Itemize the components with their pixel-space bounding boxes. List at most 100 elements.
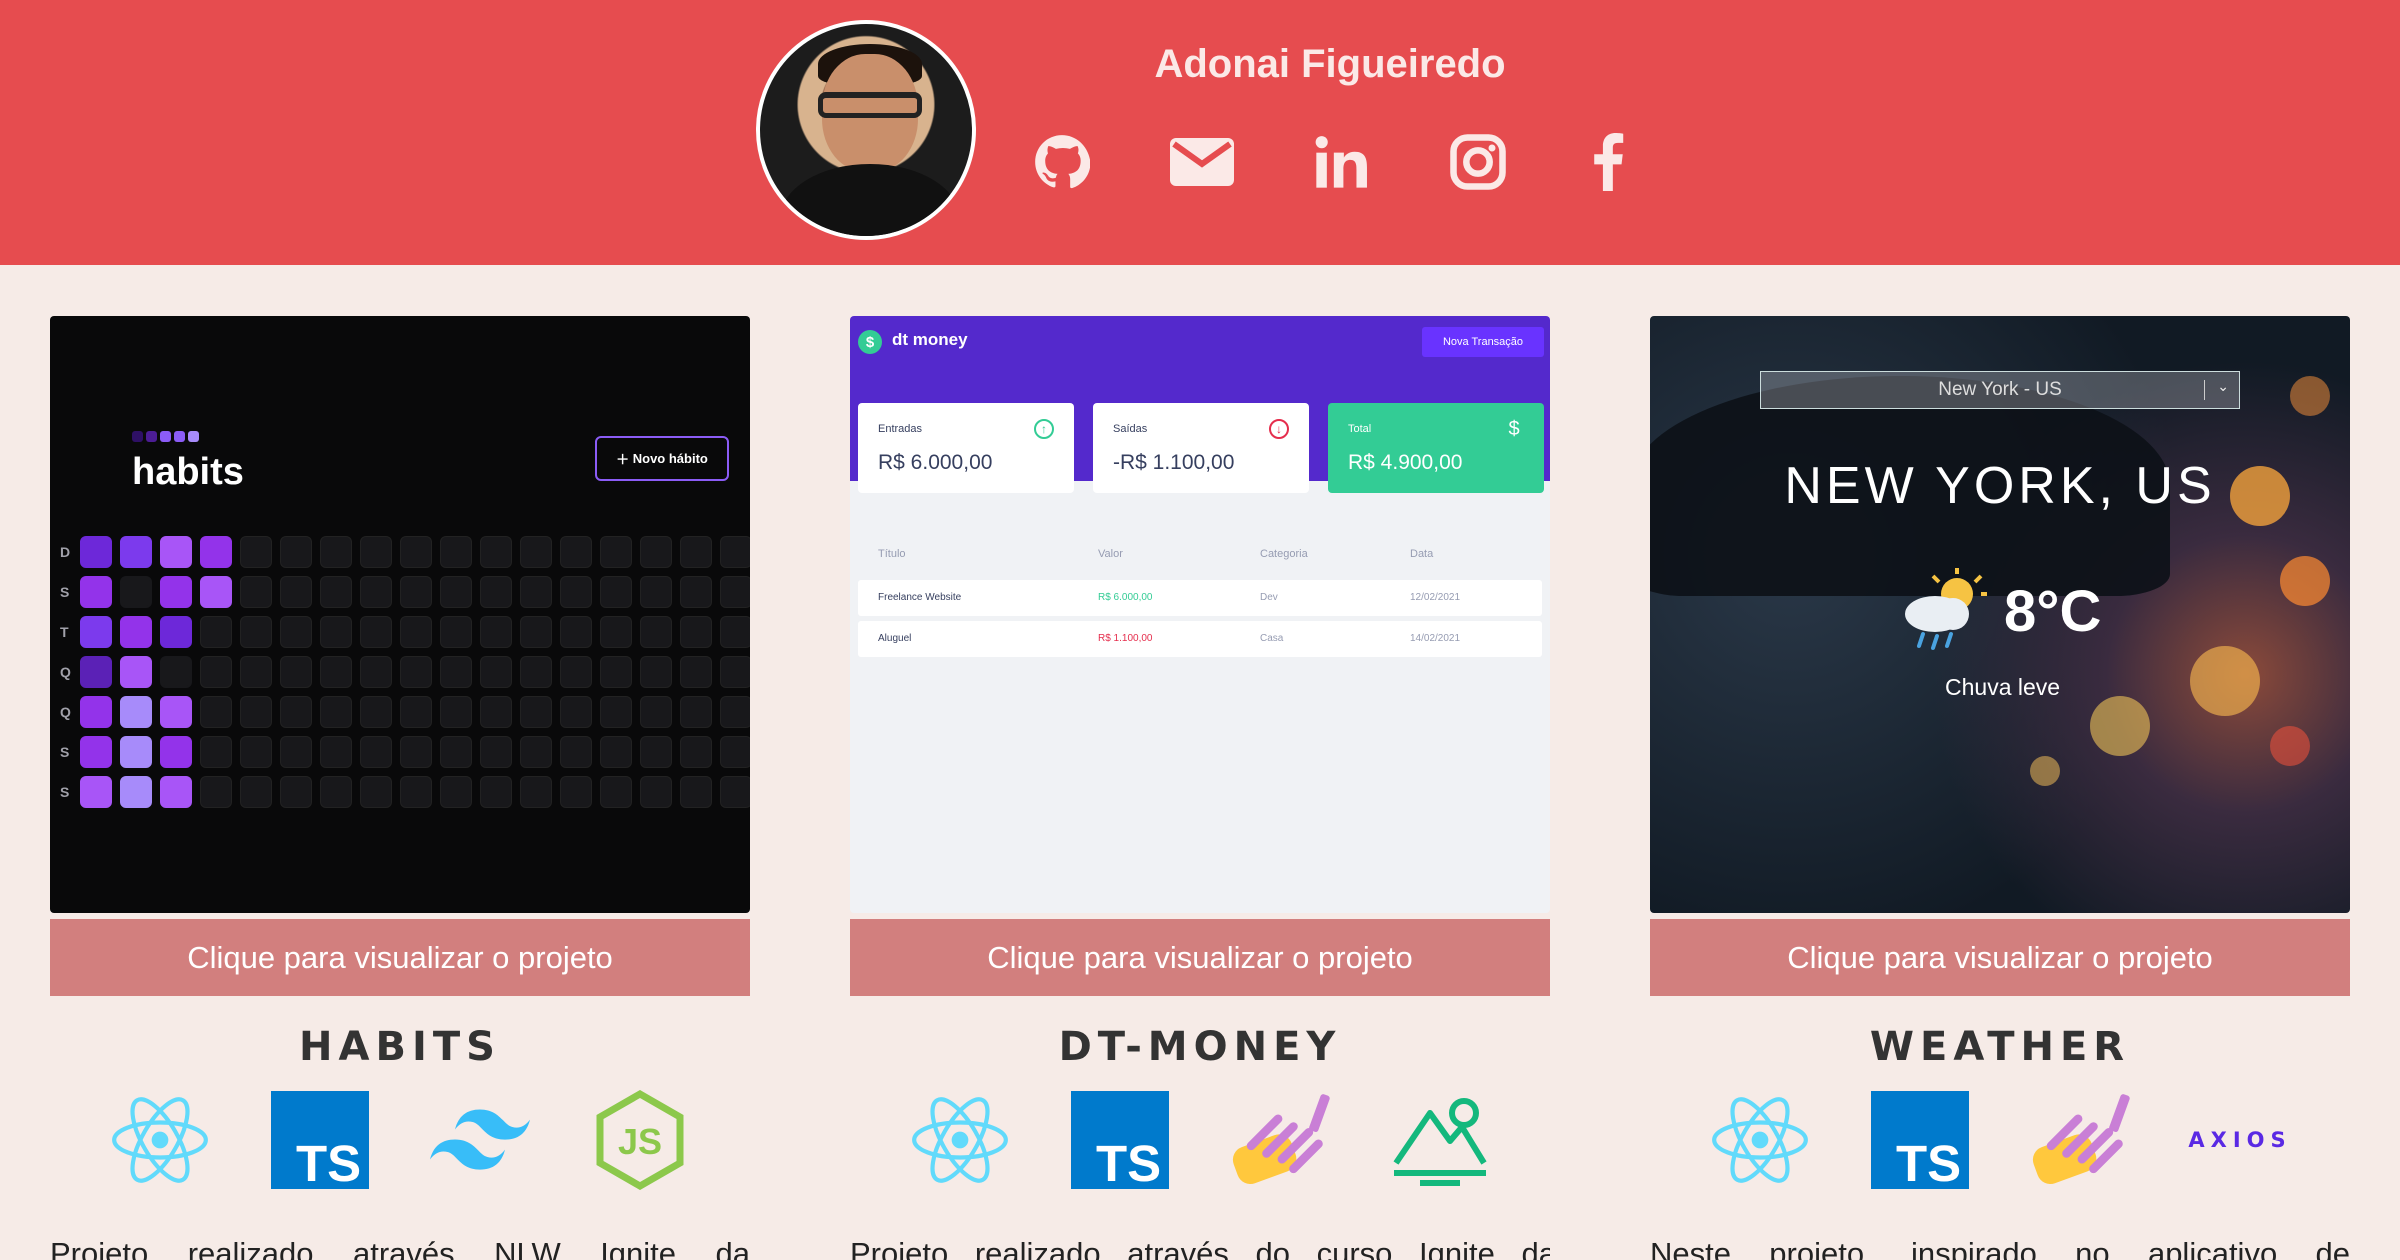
habit-day-cell (680, 776, 712, 808)
arrow-up-icon: ↑ (1034, 419, 1054, 439)
habit-day-cell (680, 736, 712, 768)
habit-day-cell (200, 776, 232, 808)
axios-icon: AXIOS (2188, 1128, 2292, 1152)
habit-day-cell (520, 736, 552, 768)
weekday-label: S (60, 744, 70, 760)
weekday-label: D (60, 544, 71, 560)
habit-day-cell (400, 696, 432, 728)
project-preview-habits[interactable]: habits ＋ Novo hábito D S T Q Q S S (50, 316, 750, 913)
typescript-icon: TS (1870, 1090, 1970, 1190)
habit-day-cell (400, 536, 432, 568)
habit-day-cell (280, 576, 312, 608)
habit-day-cell (600, 656, 632, 688)
habits-logo-squares (132, 431, 199, 442)
habits-logo: habits (132, 451, 244, 493)
habit-day-cell (600, 616, 632, 648)
facebook-icon[interactable] (1576, 130, 1640, 194)
habit-day-cell (320, 656, 352, 688)
habit-day-cell (160, 616, 192, 648)
habit-day-cell (720, 656, 750, 688)
habit-day-cell (80, 656, 112, 688)
habit-day-cell (80, 616, 112, 648)
habit-day-cell (560, 776, 592, 808)
habit-day-cell (520, 536, 552, 568)
new-habit-button: ＋ Novo hábito (595, 436, 729, 481)
view-project-button[interactable]: Clique para visualizar o projeto (850, 919, 1550, 996)
summary-card-entradas: Entradas ↑ R$ 6.000,00 (858, 403, 1074, 493)
habit-day-cell (640, 736, 672, 768)
project-preview-dt-money[interactable]: $ dt money Nova Transação Entradas ↑ R$ … (850, 316, 1550, 913)
column-header: Valor (1098, 548, 1123, 560)
react-icon (910, 1090, 1010, 1190)
view-project-button[interactable]: Clique para visualizar o projeto (50, 919, 750, 996)
project-description: Neste projeto, inspirado no aplicativo d… (1650, 1236, 2350, 1260)
habit-day-cell (280, 536, 312, 568)
habit-day-cell (480, 616, 512, 648)
habit-day-cell (640, 576, 672, 608)
habit-day-cell (400, 576, 432, 608)
habit-day-cell (640, 656, 672, 688)
habit-day-cell (240, 656, 272, 688)
email-icon[interactable] (1170, 130, 1234, 194)
table-row: Freelance Website R$ 6.000,00 Dev 12/02/… (858, 580, 1542, 616)
linkedin-icon[interactable] (1310, 130, 1374, 194)
habit-day-cell (560, 656, 592, 688)
habit-day-cell (440, 736, 472, 768)
habit-day-cell (360, 656, 392, 688)
habit-day-cell (440, 776, 472, 808)
habit-day-cell (280, 736, 312, 768)
habit-day-cell (240, 576, 272, 608)
habit-day-cell (360, 536, 392, 568)
habit-day-cell (680, 656, 712, 688)
weather-icon (1895, 566, 1995, 661)
styled-components-icon (2030, 1090, 2130, 1190)
habit-day-cell (280, 696, 312, 728)
svg-text:TS: TS (296, 1135, 361, 1189)
habit-day-cell (280, 776, 312, 808)
habit-day-cell (160, 696, 192, 728)
profile-name: Adonai Figueiredo (1154, 42, 1506, 86)
habit-day-cell (320, 576, 352, 608)
column-header: Data (1410, 548, 1434, 560)
habit-day-cell (480, 656, 512, 688)
instagram-icon[interactable] (1446, 130, 1510, 194)
summary-card-total: Total $ R$ 4.900,00 (1328, 403, 1544, 493)
habit-day-cell (600, 696, 632, 728)
habit-day-cell (560, 696, 592, 728)
habit-day-cell (320, 736, 352, 768)
habit-day-cell (400, 656, 432, 688)
dt-brand: dt money (892, 330, 968, 349)
column-header: Título (878, 548, 906, 560)
typescript-icon: TS (270, 1090, 370, 1190)
react-icon (1710, 1090, 1810, 1190)
project-title: WEATHER (1869, 1024, 2131, 1070)
habit-day-cell (720, 696, 750, 728)
habit-day-cell (680, 616, 712, 648)
github-icon[interactable] (1030, 130, 1094, 194)
avatar (756, 20, 976, 240)
habit-day-cell (520, 696, 552, 728)
habit-day-cell (400, 616, 432, 648)
tech-list: TS (850, 1090, 1550, 1200)
habit-day-cell (720, 736, 750, 768)
habit-day-cell (520, 776, 552, 808)
habit-day-cell (400, 776, 432, 808)
habit-day-cell (120, 576, 152, 608)
habit-day-cell (240, 696, 272, 728)
habit-day-cell (400, 736, 432, 768)
habit-day-cell (160, 576, 192, 608)
habit-day-cell (320, 536, 352, 568)
habit-day-cell (680, 696, 712, 728)
habit-day-cell (720, 576, 750, 608)
habit-day-cell (720, 536, 750, 568)
habit-day-cell (560, 616, 592, 648)
weekday-label: T (60, 624, 69, 640)
view-project-button[interactable]: Clique para visualizar o projeto (1650, 919, 2350, 996)
project-preview-weather[interactable]: New York - US ⌄ NEW YORK, US 8°C Chuva l… (1650, 316, 2350, 913)
habit-day-cell (120, 696, 152, 728)
project-title: DT-MONEY (1058, 1024, 1342, 1070)
habit-day-cell (360, 616, 392, 648)
habit-day-cell (560, 576, 592, 608)
arrow-down-icon: ↓ (1269, 419, 1289, 439)
habit-day-cell (120, 776, 152, 808)
